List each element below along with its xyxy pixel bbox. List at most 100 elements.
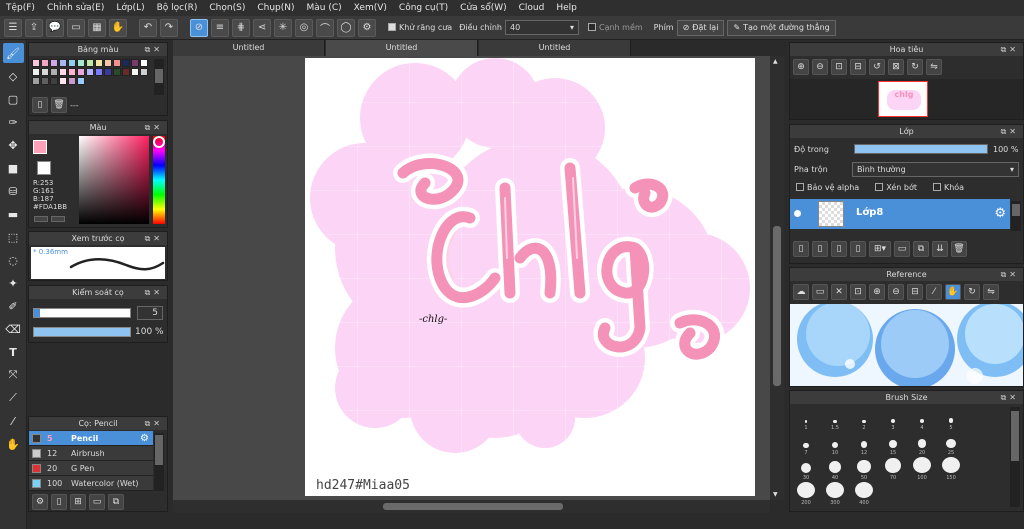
brush-size-cell[interactable]: 2 — [850, 407, 878, 431]
reset-button[interactable]: ⊘ Đặt lại — [676, 19, 725, 36]
chat-icon[interactable]: 💬 — [46, 18, 64, 37]
palette-swatch[interactable] — [68, 68, 76, 76]
hue-handle-icon[interactable] — [153, 136, 165, 148]
delete-palette-icon[interactable]: 🗑 — [51, 97, 67, 113]
panel-controls-icon[interactable]: ⧉✕ — [1001, 391, 1019, 404]
brush-list-item[interactable]: 5 Pencil ⚙ — [29, 431, 153, 446]
merge-layer-icon[interactable]: ⇊ — [932, 241, 948, 257]
horizontal-scrollbar[interactable] — [173, 500, 770, 513]
menu-item[interactable]: Help — [550, 3, 583, 13]
brush-opacity-slider[interactable] — [33, 327, 131, 337]
color-swap-toggle[interactable] — [51, 216, 65, 222]
palette-swatch[interactable] — [32, 68, 40, 76]
palette-swatch[interactable] — [95, 68, 103, 76]
menu-item[interactable]: Chụp(N) — [251, 3, 300, 13]
brush-size-cell[interactable]: 12 — [850, 432, 878, 456]
visibility-icon[interactable] — [794, 210, 801, 217]
new-halftone-layer-icon[interactable]: ▯ — [850, 241, 866, 257]
curve-snap-icon[interactable]: ⌒ — [316, 18, 334, 37]
palette-swatch[interactable] — [131, 59, 139, 67]
palette-swatch[interactable] — [95, 59, 103, 67]
smooth-checkbox[interactable] — [587, 23, 596, 31]
gradient-tool-icon[interactable]: ▬ — [3, 204, 24, 224]
smudge-tool-icon[interactable]: ✑ — [3, 112, 24, 132]
menu-icon[interactable]: ☰ — [4, 18, 22, 37]
no-snap-icon[interactable]: ⊘ — [190, 18, 208, 37]
menu-item[interactable]: Cửa sổ(W) — [454, 3, 512, 13]
flip-icon[interactable]: ⇋ — [926, 59, 942, 75]
hue-slider[interactable] — [153, 136, 165, 224]
document-tab[interactable]: Untitled — [173, 40, 325, 56]
palette-swatch[interactable] — [50, 77, 58, 85]
hand-tool-icon[interactable]: ✋ — [3, 434, 24, 454]
parallel-snap-icon[interactable]: ≡ — [211, 18, 229, 37]
layer-settings-icon[interactable]: ⚙ — [994, 206, 1006, 221]
vanishing-snap-icon[interactable]: ⋖ — [253, 18, 271, 37]
brush-size-cell[interactable]: 30 — [792, 457, 820, 481]
snap-settings-icon[interactable]: ⚙ — [358, 18, 376, 37]
panel-controls-icon[interactable]: ⧉✕ — [145, 417, 163, 430]
select-pen-tool-icon[interactable]: ✐ — [3, 296, 24, 316]
new-layer-icon[interactable]: ▯ — [793, 241, 809, 257]
rect-tool-icon[interactable]: ▢ — [3, 89, 24, 109]
antialias-checkbox[interactable] — [388, 23, 396, 31]
new-layer-1bit-icon[interactable]: ▯ — [831, 241, 847, 257]
new-palette-icon[interactable]: ▯ — [32, 97, 48, 113]
transform-tool-icon[interactable]: ⤧ — [3, 365, 24, 385]
panel-controls-icon[interactable]: ⧉✕ — [145, 121, 163, 134]
add-brush-icon[interactable]: ⊞ — [70, 494, 86, 510]
redo-icon[interactable]: ↷ — [160, 18, 178, 37]
palette-swatch[interactable] — [86, 68, 94, 76]
eyedropper-tool-icon[interactable]: ⁄ — [3, 411, 24, 431]
brush-size-cell[interactable]: 300 — [821, 482, 849, 506]
foreground-color-swatch[interactable] — [33, 140, 47, 154]
eyedropper-icon[interactable]: ⁄ — [926, 284, 942, 300]
text-tool-icon[interactable]: T — [3, 342, 24, 362]
palette-swatch[interactable] — [68, 59, 76, 67]
brush-size-cell[interactable]: 10 — [821, 432, 849, 456]
brush-size-cell[interactable]: 100 — [908, 457, 936, 481]
zoom-in-icon[interactable]: ⊕ — [793, 59, 809, 75]
palette-swatch[interactable] — [113, 59, 121, 67]
palette-swatch[interactable] — [77, 77, 85, 85]
select-tool-icon[interactable]: ⬚ — [3, 227, 24, 247]
cloud-icon[interactable]: ☁ — [793, 284, 809, 300]
drawing-canvas[interactable]: -chlg- hd247#Miaa05 — [305, 58, 755, 496]
ellipse-snap-icon[interactable]: ◯ — [337, 18, 355, 37]
palette-swatch[interactable] — [140, 68, 148, 76]
document-tab[interactable]: Untitled — [326, 40, 478, 56]
palette-swatch[interactable] — [68, 77, 76, 85]
rotate-left-icon[interactable]: ↺ — [869, 59, 885, 75]
adjust-select[interactable]: 40 ▾ — [504, 20, 579, 35]
close-icon[interactable]: ✕ — [831, 284, 847, 300]
eraser-tool-icon[interactable]: ◇ — [3, 66, 24, 86]
brush-tool-icon[interactable]: 🖌 — [2, 43, 24, 63]
brush-list-item[interactable]: 20 G Pen — [29, 461, 153, 476]
layer-folder-icon[interactable]: ▭ — [894, 241, 910, 257]
brush-size-cell[interactable]: 15 — [879, 432, 907, 456]
palette-swatch[interactable] — [77, 68, 85, 76]
fit-icon[interactable]: ⊡ — [831, 59, 847, 75]
divide-tool-icon[interactable]: ⟋ — [3, 388, 24, 408]
palette-swatch[interactable] — [32, 59, 40, 67]
rotate-icon[interactable]: ↻ — [964, 284, 980, 300]
brush-size-field[interactable]: 5 — [137, 306, 163, 320]
radial-snap-icon[interactable]: ✳ — [274, 18, 292, 37]
zoom-in-icon[interactable]: ⊕ — [869, 284, 885, 300]
palette-swatch[interactable] — [86, 59, 94, 67]
palette-swatch[interactable] — [59, 59, 67, 67]
brush-size-cell[interactable]: 200 — [792, 482, 820, 506]
brush-size-cell[interactable]: 50 — [850, 457, 878, 481]
panel-controls-icon[interactable]: ⧉✕ — [145, 43, 163, 56]
flip-icon[interactable]: ⇋ — [983, 284, 999, 300]
duplicate-layer-icon[interactable]: ⧉ — [913, 241, 929, 257]
menu-item[interactable]: Lớp(L) — [110, 3, 150, 13]
menu-item[interactable]: Màu (C) — [301, 3, 348, 13]
brush-size-cell[interactable]: 7 — [792, 432, 820, 456]
brush-size-cell[interactable]: 5 — [937, 407, 965, 431]
brush-size-cell[interactable]: 400 — [850, 482, 878, 506]
folder-icon[interactable]: ▭ — [89, 494, 105, 510]
brush-size-cell[interactable]: 1.5 — [821, 407, 849, 431]
vertical-scrollbar[interactable]: ▲ ▼ — [770, 56, 784, 500]
undo-icon[interactable]: ↶ — [139, 18, 157, 37]
